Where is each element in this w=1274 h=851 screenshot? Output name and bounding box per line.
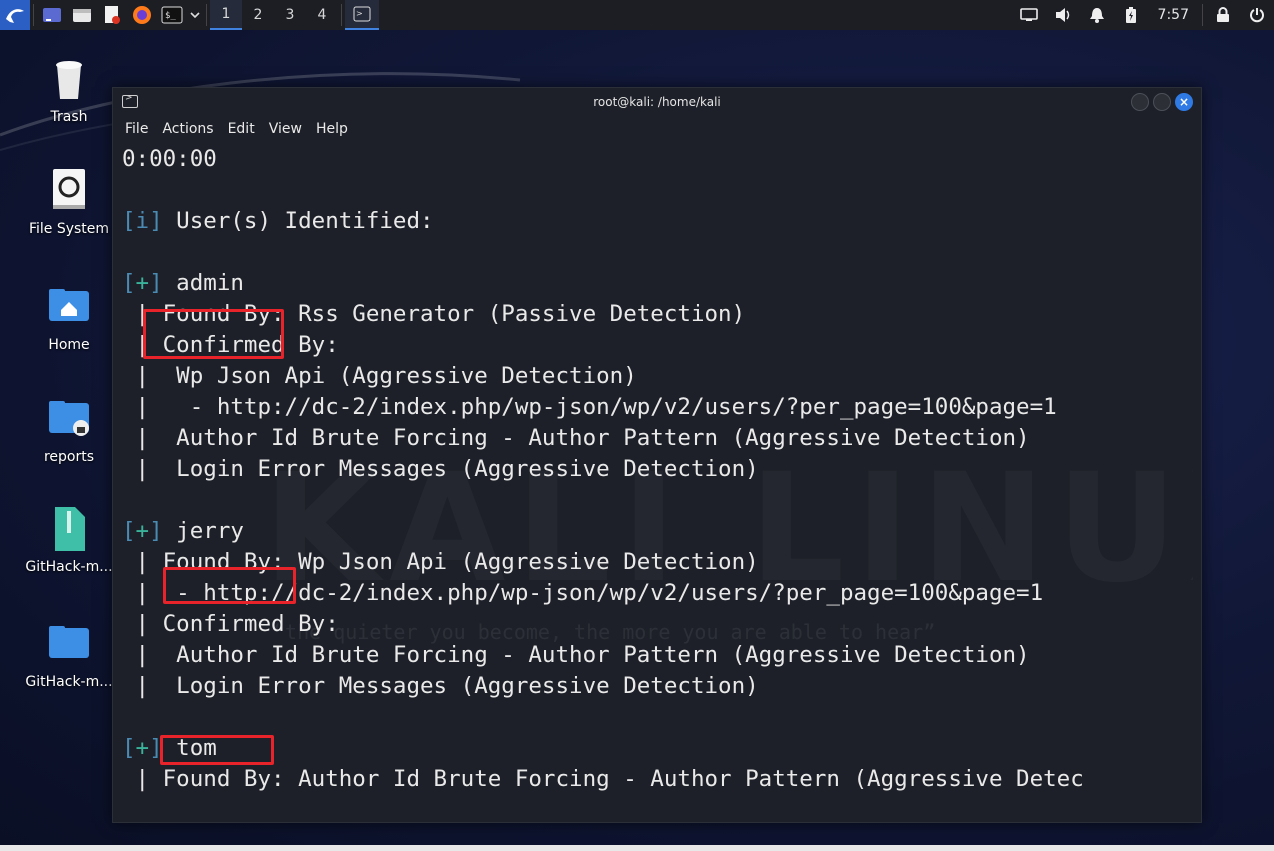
volume-control[interactable] [1046, 0, 1080, 30]
workspace-4[interactable]: 4 [306, 0, 338, 30]
text-editor-icon [105, 6, 120, 24]
window-controls: × [1131, 93, 1193, 111]
terminal-line: | Login Error Messages (Aggressive Detec… [122, 673, 759, 699]
kali-dragon-icon [6, 9, 24, 23]
top-panel: $_ 1 2 3 4 > 7:57 [0, 0, 1274, 30]
desktop-icon-file-system[interactable]: File System [10, 167, 128, 237]
drive-icon [45, 167, 93, 215]
terminal-line: | Login Error Messages (Aggressive Detec… [122, 456, 759, 482]
firefox-icon [133, 6, 151, 24]
terminal-icon: $_ [161, 6, 183, 24]
minimize-button[interactable] [1131, 93, 1149, 111]
kali-menu-button[interactable] [0, 0, 30, 30]
desktop-icon-reports[interactable]: reports [10, 395, 128, 465]
workspace-3[interactable]: 3 [274, 0, 306, 30]
menubar: File Actions Edit View Help [113, 116, 1201, 142]
menu-actions[interactable]: Actions [162, 121, 213, 137]
terminal-line: | Wp Json Api (Aggressive Detection) [122, 363, 637, 389]
terminal-icon: > [353, 6, 371, 22]
desktop-icon-label: Trash [50, 109, 88, 125]
launcher-dropdown[interactable] [187, 0, 203, 30]
show-desktop-button[interactable] [37, 0, 67, 30]
firefox-launcher[interactable] [127, 0, 157, 30]
workspace-1[interactable]: 1 [210, 0, 242, 30]
svg-text:>: > [356, 9, 363, 18]
panel-separator [1202, 4, 1203, 26]
power-icon [1250, 8, 1264, 23]
battery-charging-icon [1125, 7, 1136, 23]
notifications-button[interactable] [1080, 0, 1114, 30]
bell-icon [1089, 8, 1104, 23]
trash-icon [45, 55, 93, 103]
close-button[interactable]: × [1175, 93, 1193, 111]
home-folder-icon [45, 283, 93, 331]
terminal-line: | - http://dc-2/index.php/wp-json/wp/v2/… [122, 394, 1057, 420]
terminal-output[interactable]: KALI LINUX “the quieter you become, the … [113, 142, 1193, 822]
terminal-line: [i] User(s) Identified: [122, 208, 434, 234]
terminal-line: [+] admin [122, 270, 244, 296]
desktop-icon-label: reports [43, 449, 95, 465]
panel-separator [341, 4, 342, 26]
terminal-launcher[interactable]: $_ [157, 0, 187, 30]
file-manager-launcher[interactable] [67, 0, 97, 30]
lock-screen-button[interactable] [1206, 0, 1240, 30]
desktop-icon-githack-archive[interactable]: GitHack-m... [10, 505, 128, 575]
highlight-box-tom [160, 735, 274, 765]
highlight-box-jerry [163, 567, 296, 604]
desktop-icon-home[interactable]: Home [10, 283, 128, 353]
desktop-icon-label: Home [48, 337, 90, 353]
speaker-icon [1055, 8, 1069, 22]
terminal-line: 0:00:00 [122, 146, 217, 172]
terminal-icon [122, 93, 138, 108]
desktop-icon-trash[interactable]: Trash [10, 55, 128, 125]
desktop-icon-label: File System [28, 221, 110, 237]
bottom-edge [0, 845, 1274, 851]
menu-view[interactable]: View [269, 121, 302, 137]
lock-icon [1217, 7, 1229, 22]
battery-indicator[interactable] [1114, 0, 1148, 30]
panel-left: $_ 1 2 3 4 > [0, 0, 379, 30]
svg-text:$_: $_ [165, 11, 176, 21]
display-indicator[interactable] [1012, 0, 1046, 30]
terminal-line: | Confirmed By: [122, 611, 339, 637]
panel-separator [33, 4, 34, 26]
terminal-line: | Found By: Author Id Brute Forcing - Au… [122, 766, 1084, 792]
locked-folder-icon [45, 395, 93, 443]
logout-button[interactable] [1240, 0, 1274, 30]
close-icon: × [1178, 95, 1190, 109]
terminal-window: root@kali: /home/kali × File Actions Edi… [112, 87, 1202, 823]
desktop-icon-githack-folder[interactable]: GitHack-m... [10, 620, 128, 690]
terminal-line: | Author Id Brute Forcing - Author Patte… [122, 425, 1030, 451]
folder-icon [45, 620, 93, 668]
menu-edit[interactable]: Edit [228, 121, 255, 137]
zip-archive-icon [45, 505, 93, 553]
window-title: root@kali: /home/kali [593, 95, 721, 109]
desktop-icon-label: GitHack-m... [25, 559, 113, 575]
maximize-button[interactable] [1153, 93, 1171, 111]
desktop-icon [43, 8, 61, 22]
panel-separator [206, 4, 207, 26]
taskbar-terminal-window[interactable]: > [345, 0, 379, 30]
monitor-icon [1019, 8, 1038, 21]
window-titlebar[interactable]: root@kali: /home/kali × [113, 88, 1201, 116]
highlight-box-admin [143, 309, 284, 359]
workspace-2[interactable]: 2 [242, 0, 274, 30]
folder-icon [73, 9, 91, 22]
terminal-line: [+] jerry [122, 518, 244, 544]
text-editor-launcher[interactable] [97, 0, 127, 30]
terminal-line: | Author Id Brute Forcing - Author Patte… [122, 642, 1030, 668]
panel-right: 7:57 [1012, 0, 1274, 30]
menu-help[interactable]: Help [316, 121, 348, 137]
menu-file[interactable]: File [125, 121, 148, 137]
chevron-down-icon [190, 12, 200, 19]
clock[interactable]: 7:57 [1148, 7, 1199, 23]
desktop-icon-label: GitHack-m... [25, 674, 113, 690]
